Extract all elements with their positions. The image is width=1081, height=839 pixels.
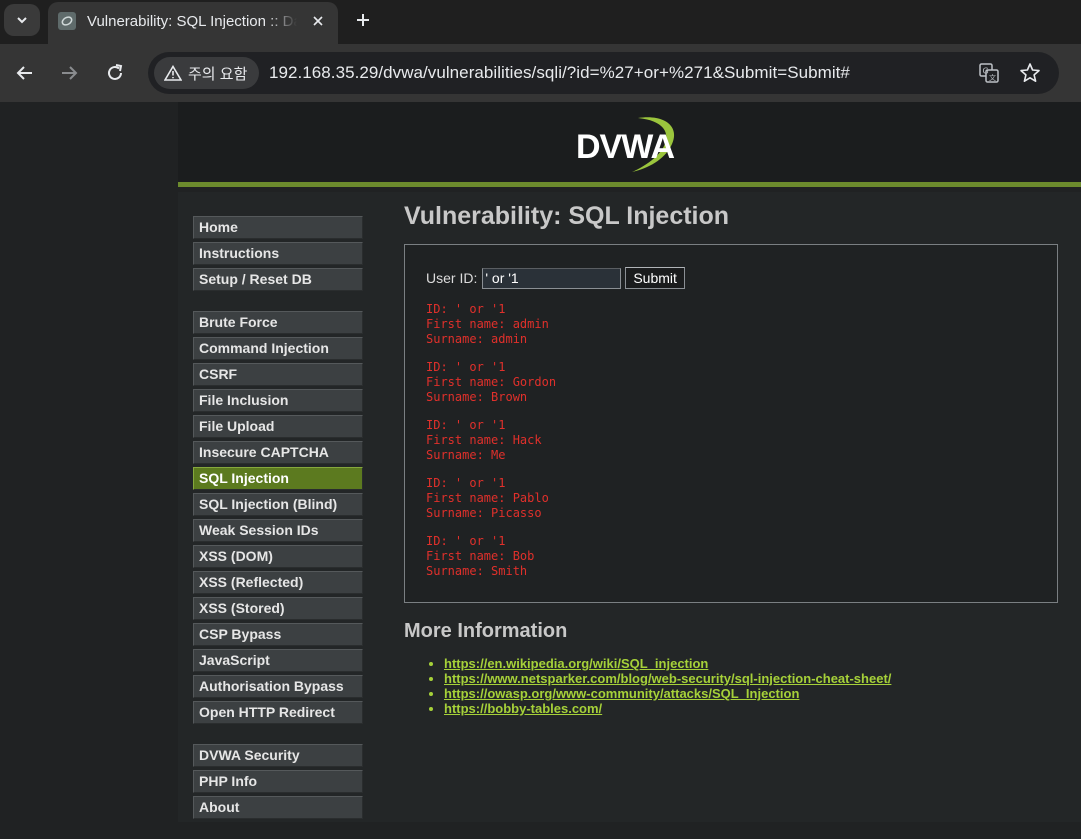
sidebar-item-dvwa-security[interactable]: DVWA Security — [193, 744, 363, 767]
result-record: ID: ' or '1 First name: Hack Surname: Me — [426, 418, 556, 463]
reference-link[interactable]: https://bobby-tables.com/ — [444, 701, 602, 716]
sidebar-item-weak-session-ids[interactable]: Weak Session IDs — [193, 519, 363, 542]
sidebar-menu: Home Instructions Setup / Reset DB Brute F… — [193, 216, 363, 839]
sidebar-item-csp-bypass[interactable]: CSP Bypass — [193, 623, 363, 646]
list-item: https://en.wikipedia.org/wiki/SQL_inject… — [444, 656, 1064, 671]
back-button[interactable] — [11, 59, 39, 87]
sidebar-item-about[interactable]: About — [193, 796, 363, 819]
sidebar-item-php-info[interactable]: PHP Info — [193, 770, 363, 793]
user-id-label: User ID: — [426, 270, 478, 286]
result-surname: Surname: Brown — [426, 390, 528, 404]
sidebar-item-javascript[interactable]: JavaScript — [193, 649, 363, 672]
chevron-down-icon — [17, 17, 27, 24]
reference-links: https://en.wikipedia.org/wiki/SQL_inject… — [444, 656, 1064, 716]
forward-button[interactable] — [55, 59, 83, 87]
query-results: ID: ' or '1 First name: admin Surname: adm… — [426, 302, 556, 592]
url-text[interactable]: 192.168.35.29/dvwa/vulnerabilities/sqli/… — [269, 63, 850, 83]
sidebar-item-xss-reflected[interactable]: XSS (Reflected) — [193, 571, 363, 594]
main-content: Vulnerability: SQL Injection User ID: Su… — [404, 202, 1064, 716]
result-surname: Surname: Me — [426, 448, 506, 462]
warning-icon — [164, 65, 182, 81]
sidebar-item-authorisation-bypass[interactable]: Authorisation Bypass — [193, 675, 363, 698]
translate-icon[interactable]: G文 — [977, 61, 1001, 85]
sidebar-item-setup-reset-db[interactable]: Setup / Reset DB — [193, 268, 363, 291]
new-tab-button[interactable] — [350, 7, 376, 33]
result-first-name: First name: Hack — [426, 433, 542, 447]
result-first-name: First name: Pablo — [426, 491, 549, 505]
security-chip[interactable]: 주의 요함 — [154, 57, 260, 89]
arrow-left-icon — [16, 66, 32, 80]
sidebar-item-command-injection[interactable]: Command Injection — [193, 337, 363, 360]
result-id: ID: ' or '1 — [426, 360, 506, 374]
result-id: ID: ' or '1 — [426, 534, 506, 548]
result-surname: Surname: admin — [426, 332, 528, 346]
result-record: ID: ' or '1 First name: admin Surname: adm… — [426, 302, 556, 347]
arrow-right-icon — [62, 66, 78, 80]
browser-toolbar: 주의 요함 192.168.35.29/dvwa/vulnerabilities… — [0, 44, 1081, 102]
menu-group-settings: DVWA Security PHP Info About — [193, 744, 363, 819]
user-id-form: User ID: Submit — [426, 267, 685, 289]
result-first-name: First name: Gordon — [426, 375, 557, 389]
menu-group-vulnerabilities: Brute Force Command Injection CSRF File Inc… — [193, 311, 363, 724]
reload-button[interactable] — [101, 59, 129, 87]
sidebar-item-sql-injection-blind[interactable]: SQL Injection (Blind) — [193, 493, 363, 516]
tab-search-button[interactable] — [4, 4, 40, 36]
security-label: 주의 요함 — [188, 65, 248, 83]
sidebar-item-insecure-captcha[interactable]: Insecure CAPTCHA — [193, 441, 363, 464]
bookmark-star-icon[interactable] — [1018, 61, 1042, 85]
sidebar-item-xss-dom[interactable]: XSS (DOM) — [193, 545, 363, 568]
sidebar-item-file-upload[interactable]: File Upload — [193, 415, 363, 438]
result-id: ID: ' or '1 — [426, 302, 506, 316]
sidebar-item-sql-injection[interactable]: SQL Injection — [193, 467, 363, 490]
list-item: https://bobby-tables.com/ — [444, 701, 1064, 716]
reference-link[interactable]: https://en.wikipedia.org/wiki/SQL_inject… — [444, 656, 708, 671]
svg-text:G: G — [983, 67, 989, 76]
list-item: https://owasp.org/www-community/attacks/… — [444, 686, 1064, 701]
tab-close-icon[interactable] — [308, 11, 328, 31]
sidebar-item-home[interactable]: Home — [193, 216, 363, 239]
result-id: ID: ' or '1 — [426, 476, 506, 490]
svg-text:文: 文 — [989, 73, 996, 82]
result-surname: Surname: Smith — [426, 564, 528, 578]
result-surname: Surname: Picasso — [426, 506, 542, 520]
page-title: Vulnerability: SQL Injection — [404, 202, 730, 230]
plus-icon — [357, 14, 369, 26]
result-first-name: First name: admin — [426, 317, 549, 331]
result-id: ID: ' or '1 — [426, 418, 506, 432]
dvwa-header: DVWA — [178, 102, 1081, 187]
dvwa-logo: DVWA — [576, 117, 675, 172]
result-record: ID: ' or '1 First name: Bob Surname: Smith — [426, 534, 556, 579]
result-first-name: First name: Bob — [426, 549, 535, 563]
more-information-heading: More Information — [404, 620, 568, 642]
reference-link[interactable]: https://www.netsparker.com/blog/web-secu… — [444, 671, 891, 686]
sidebar-item-csrf[interactable]: CSRF — [193, 363, 363, 386]
result-record: ID: ' or '1 First name: Gordon Surname: Br… — [426, 360, 556, 405]
active-tab[interactable]: Vulnerability: SQL Injection :: Damn Vul… — [48, 2, 338, 44]
page-content: DVWA Home Instructions Setup / Reset DB Br… — [0, 102, 1081, 822]
sidebar-item-file-inclusion[interactable]: File Inclusion — [193, 389, 363, 412]
reference-link[interactable]: https://owasp.org/www-community/attacks/… — [444, 686, 799, 701]
tab-strip: Vulnerability: SQL Injection :: Damn Vul… — [0, 0, 1081, 44]
menu-group-general: Home Instructions Setup / Reset DB — [193, 216, 363, 291]
sidebar-item-xss-stored[interactable]: XSS (Stored) — [193, 597, 363, 620]
result-record: ID: ' or '1 First name: Pablo Surname: Pic… — [426, 476, 556, 521]
list-item: https://www.netsparker.com/blog/web-secu… — [444, 671, 1064, 686]
address-bar[interactable]: 주의 요함 192.168.35.29/dvwa/vulnerabilities… — [148, 52, 1059, 94]
vulnerable-code-area: User ID: Submit ID: ' or '1First name: a… — [404, 244, 1058, 603]
tab-title: Vulnerability: SQL Injection :: Damn Vul… — [87, 13, 297, 30]
sidebar-item-brute-force[interactable]: Brute Force — [193, 311, 363, 334]
dvwa-favicon-icon — [58, 12, 76, 30]
sidebar-item-open-http-redirect[interactable]: Open HTTP Redirect — [193, 701, 363, 724]
sidebar-item-instructions[interactable]: Instructions — [193, 242, 363, 265]
dvwa-logo-text: DVWA — [576, 128, 674, 166]
reload-icon — [108, 64, 123, 80]
user-id-input[interactable] — [482, 267, 622, 289]
submit-button[interactable]: Submit — [625, 267, 685, 289]
